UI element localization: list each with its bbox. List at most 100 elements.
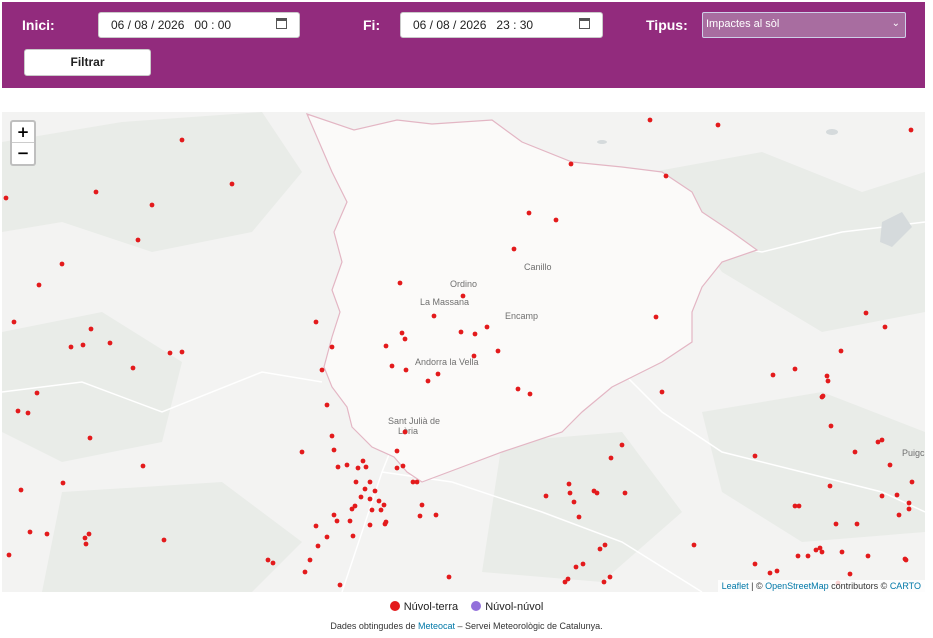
osm-link[interactable]: OpenStreetMap — [765, 581, 829, 591]
strike-marker[interactable] — [329, 433, 335, 439]
strike-marker[interactable] — [770, 372, 776, 378]
strike-marker[interactable] — [752, 561, 758, 567]
strike-marker[interactable] — [367, 522, 373, 528]
strike-marker[interactable] — [908, 127, 914, 133]
strike-marker[interactable] — [433, 512, 439, 518]
strike-marker[interactable] — [909, 479, 915, 485]
strike-marker[interactable] — [553, 217, 559, 223]
strike-marker[interactable] — [302, 569, 308, 575]
strike-marker[interactable] — [543, 493, 549, 499]
strike-marker[interactable] — [425, 378, 431, 384]
strike-marker[interactable] — [179, 349, 185, 355]
strike-marker[interactable] — [515, 386, 521, 392]
strike-marker[interactable] — [3, 195, 9, 201]
strike-marker[interactable] — [839, 549, 845, 555]
strike-marker[interactable] — [691, 542, 697, 548]
strike-marker[interactable] — [526, 210, 532, 216]
zoom-in-button[interactable]: + — [12, 122, 34, 143]
strike-marker[interactable] — [331, 512, 337, 518]
strike-marker[interactable] — [167, 350, 173, 356]
strike-marker[interactable] — [414, 479, 420, 485]
strike-marker[interactable] — [833, 521, 839, 527]
strike-marker[interactable] — [44, 531, 50, 537]
strike-marker[interactable] — [135, 237, 141, 243]
strike-marker[interactable] — [344, 462, 350, 468]
strike-marker[interactable] — [825, 378, 831, 384]
strike-marker[interactable] — [906, 500, 912, 506]
strike-marker[interactable] — [313, 319, 319, 325]
strike-marker[interactable] — [315, 543, 321, 549]
strike-marker[interactable] — [362, 486, 368, 492]
strike-marker[interactable] — [774, 568, 780, 574]
strike-marker[interactable] — [647, 117, 653, 123]
strike-marker[interactable] — [795, 553, 801, 559]
strike-marker[interactable] — [527, 391, 533, 397]
strike-marker[interactable] — [18, 487, 24, 493]
strike-marker[interactable] — [376, 498, 382, 504]
strike-marker[interactable] — [381, 502, 387, 508]
strike-marker[interactable] — [601, 579, 607, 585]
strike-marker[interactable] — [602, 542, 608, 548]
strike-marker[interactable] — [36, 282, 42, 288]
strike-marker[interactable] — [265, 557, 271, 563]
strike-marker[interactable] — [622, 490, 628, 496]
calendar-icon[interactable] — [579, 18, 590, 29]
leaflet-link[interactable]: Leaflet — [722, 581, 749, 591]
strike-marker[interactable] — [568, 161, 574, 167]
strike-marker[interactable] — [882, 324, 888, 330]
strike-marker[interactable] — [319, 367, 325, 373]
strike-marker[interactable] — [307, 557, 313, 563]
strike-marker[interactable] — [6, 552, 12, 558]
strike-marker[interactable] — [229, 181, 235, 187]
strike-marker[interactable] — [313, 523, 319, 529]
strike-marker[interactable] — [580, 561, 586, 567]
strike-marker[interactable] — [383, 343, 389, 349]
strike-marker[interactable] — [149, 202, 155, 208]
strike-marker[interactable] — [355, 465, 361, 471]
strike-marker[interactable] — [402, 429, 408, 435]
strike-marker[interactable] — [299, 449, 305, 455]
strike-marker[interactable] — [360, 458, 366, 464]
strike-marker[interactable] — [389, 363, 395, 369]
strike-marker[interactable] — [82, 535, 88, 541]
strike-marker[interactable] — [34, 390, 40, 396]
strike-marker[interactable] — [324, 534, 330, 540]
strike-marker[interactable] — [353, 479, 359, 485]
strike-marker[interactable] — [879, 437, 885, 443]
strike-marker[interactable] — [511, 246, 517, 252]
strike-marker[interactable] — [659, 389, 665, 395]
strike-marker[interactable] — [80, 342, 86, 348]
strike-marker[interactable] — [397, 280, 403, 286]
strike-marker[interactable] — [350, 533, 356, 539]
strike-marker[interactable] — [179, 137, 185, 143]
strike-marker[interactable] — [607, 574, 613, 580]
strike-marker[interactable] — [767, 570, 773, 576]
strike-marker[interactable] — [59, 261, 65, 267]
strike-marker[interactable] — [619, 442, 625, 448]
strike-marker[interactable] — [824, 373, 830, 379]
strike-marker[interactable] — [403, 367, 409, 373]
strike-marker[interactable] — [715, 122, 721, 128]
strike-marker[interactable] — [838, 348, 844, 354]
strike-marker[interactable] — [566, 481, 572, 487]
strike-marker[interactable] — [852, 449, 858, 455]
lightning-map[interactable]: Ordino Canillo La Massana Encamp Andorra… — [2, 112, 925, 592]
strike-marker[interactable] — [419, 502, 425, 508]
end-datetime-input[interactable]: 06 / 08 / 2026 23 : 30 — [400, 12, 603, 38]
strike-marker[interactable] — [400, 463, 406, 469]
strike-marker[interactable] — [902, 556, 908, 562]
strike-marker[interactable] — [796, 503, 802, 509]
strike-marker[interactable] — [25, 410, 31, 416]
strike-marker[interactable] — [887, 462, 893, 468]
strike-marker[interactable] — [417, 513, 423, 519]
carto-link[interactable]: CARTO — [890, 581, 921, 591]
strike-marker[interactable] — [894, 492, 900, 498]
strike-marker[interactable] — [27, 529, 33, 535]
strike-marker[interactable] — [331, 447, 337, 453]
strike-marker[interactable] — [472, 331, 478, 337]
strike-marker[interactable] — [15, 408, 21, 414]
strike-marker[interactable] — [495, 348, 501, 354]
strike-marker[interactable] — [854, 521, 860, 527]
strike-marker[interactable] — [805, 553, 811, 559]
strike-marker[interactable] — [394, 465, 400, 471]
